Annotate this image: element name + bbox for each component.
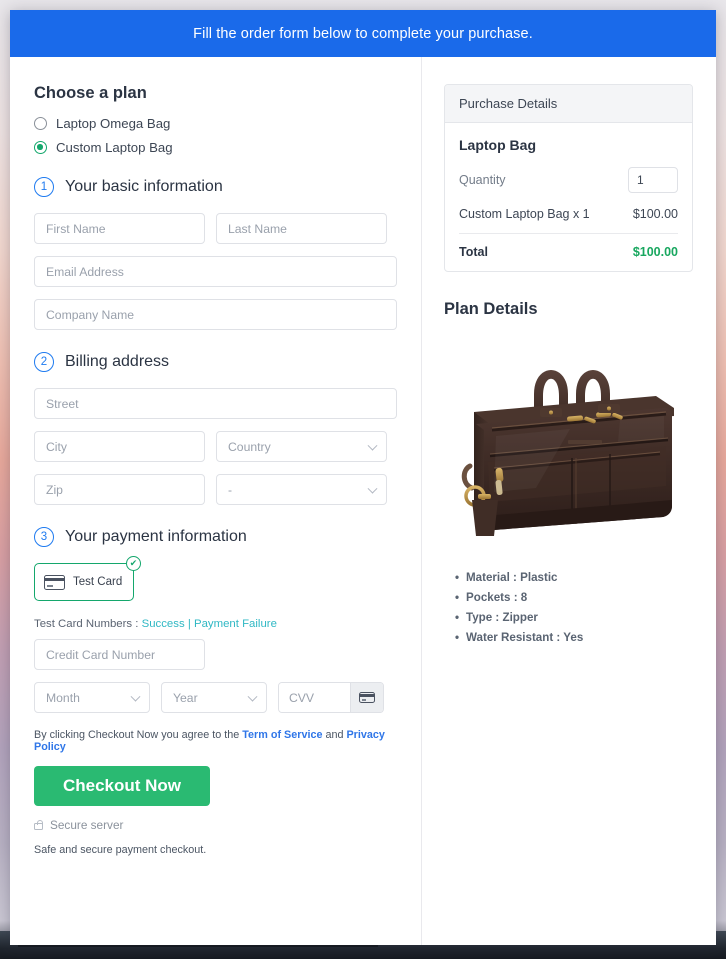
plan-option-custom-laptop-bag[interactable]: Custom Laptop Bag: [34, 140, 397, 155]
city-country-row: Country: [34, 431, 397, 462]
email-row: [34, 256, 397, 287]
page-banner: Fill the order form below to complete yo…: [10, 10, 716, 57]
name-row: [34, 213, 397, 244]
list-item: Type : Zipper: [455, 611, 693, 624]
quantity-stepper[interactable]: [628, 167, 678, 193]
cvv-help-button[interactable]: [350, 683, 383, 712]
plan-details-heading: Plan Details: [444, 300, 538, 318]
step-title: Your basic information: [65, 178, 223, 195]
step-title: Your payment information: [65, 528, 247, 545]
line-item-row: Custom Laptop Bag x 1 $100.00: [459, 207, 678, 234]
product-name: Laptop Bag: [459, 137, 536, 153]
plan-option-label: Custom Laptop Bag: [56, 140, 173, 155]
year-select-wrapper[interactable]: Year: [161, 682, 267, 713]
radio-unchecked-icon[interactable]: [34, 117, 47, 130]
step-payment-information: 3 Your payment information: [34, 527, 397, 547]
step-billing-address: 2 Billing address: [34, 352, 397, 372]
company-row: [34, 299, 397, 330]
purchase-details-body: Laptop Bag Quantity Custom Laptop Bag x …: [445, 123, 692, 271]
test-card-success-link[interactable]: Success: [142, 618, 185, 630]
agreement-and: and: [322, 729, 347, 741]
test-card-failure-link[interactable]: Payment Failure: [194, 618, 277, 630]
line-item-label: Custom Laptop Bag x 1: [459, 207, 590, 221]
last-name-input[interactable]: [216, 213, 387, 244]
terms-of-service-link[interactable]: Term of Service: [242, 729, 322, 741]
step-title: Billing address: [65, 353, 170, 370]
quantity-row: Quantity: [459, 167, 678, 193]
plan-option-label: Laptop Omega Bag: [56, 116, 171, 131]
street-row: [34, 388, 397, 419]
safe-checkout-note: Safe and secure payment checkout.: [34, 844, 207, 856]
list-item: Material : Plastic: [455, 571, 693, 584]
laptop-bag-illustration: [461, 370, 674, 536]
zip-input[interactable]: [34, 474, 205, 505]
product-image: [444, 335, 693, 553]
payment-method-test-card[interactable]: ✔ Test Card: [34, 556, 141, 601]
choose-plan-heading: Choose a plan: [34, 84, 147, 102]
country-select[interactable]: Country: [216, 431, 387, 462]
state-select-wrapper[interactable]: -: [216, 474, 387, 505]
plan-option-laptop-omega-bag[interactable]: Laptop Omega Bag: [34, 116, 397, 131]
order-form-column: Choose a plan Laptop Omega Bag Custom La…: [10, 57, 422, 945]
list-item: Pockets : 8: [455, 591, 693, 604]
purchase-details-panel: Purchase Details Laptop Bag Quantity Cus…: [444, 84, 693, 272]
agreement-prefix: By clicking Checkout Now you agree to th…: [34, 729, 243, 741]
payment-method-label: Test Card: [73, 576, 123, 588]
email-field[interactable]: [34, 256, 397, 287]
credit-card-icon: [359, 691, 375, 704]
check-badge-icon: ✔: [126, 556, 141, 571]
test-card-separator: |: [184, 618, 194, 630]
lock-icon: [34, 819, 43, 831]
expiry-cvv-row: Month Year: [34, 682, 397, 713]
total-amount: $100.00: [632, 245, 678, 259]
step-number-badge: 2: [34, 352, 54, 372]
month-select-wrapper[interactable]: Month: [34, 682, 150, 713]
quantity-label: Quantity: [459, 173, 506, 187]
radio-checked-icon[interactable]: [34, 141, 47, 154]
test-card-prefix: Test Card Numbers :: [34, 618, 142, 630]
first-name-input[interactable]: [34, 213, 205, 244]
secure-server-label: Secure server: [50, 818, 124, 832]
cvv-input[interactable]: [279, 683, 350, 712]
total-row: Total $100.00: [459, 234, 678, 259]
step-number-badge: 1: [34, 177, 54, 197]
card-number-row: [34, 639, 397, 670]
test-card-numbers-note: Test Card Numbers : Success | Payment Fa…: [34, 618, 397, 630]
purchase-details-header: Purchase Details: [445, 85, 692, 123]
company-name-input[interactable]: [34, 299, 397, 330]
street-input[interactable]: [34, 388, 397, 419]
step-basic-information: 1 Your basic information: [34, 177, 397, 197]
feature-list: Material : Plastic Pockets : 8 Type : Zi…: [444, 571, 693, 644]
expiry-month-select[interactable]: Month: [34, 682, 150, 713]
zip-state-row: -: [34, 474, 397, 505]
credit-card-icon: [44, 574, 65, 590]
total-label: Total: [459, 245, 488, 259]
city-input[interactable]: [34, 431, 205, 462]
agreement-text: By clicking Checkout Now you agree to th…: [34, 729, 397, 753]
purchase-summary-column: Purchase Details Laptop Bag Quantity Cus…: [422, 57, 715, 945]
content-area: Choose a plan Laptop Omega Bag Custom La…: [10, 57, 716, 945]
line-item-amount: $100.00: [632, 207, 678, 221]
credit-card-number-input[interactable]: [34, 639, 205, 670]
step-number-badge: 3: [34, 527, 54, 547]
list-item: Water Resistant : Yes: [455, 631, 693, 644]
state-select[interactable]: -: [216, 474, 387, 505]
country-select-wrapper[interactable]: Country: [216, 431, 387, 462]
checkout-card: Fill the order form below to complete yo…: [10, 10, 716, 945]
banner-text: Fill the order form below to complete yo…: [193, 25, 533, 42]
expiry-year-select[interactable]: Year: [161, 682, 267, 713]
checkout-now-button[interactable]: Checkout Now: [34, 766, 210, 806]
cvv-group[interactable]: [278, 682, 384, 713]
secure-server-row: Secure server: [34, 818, 397, 832]
